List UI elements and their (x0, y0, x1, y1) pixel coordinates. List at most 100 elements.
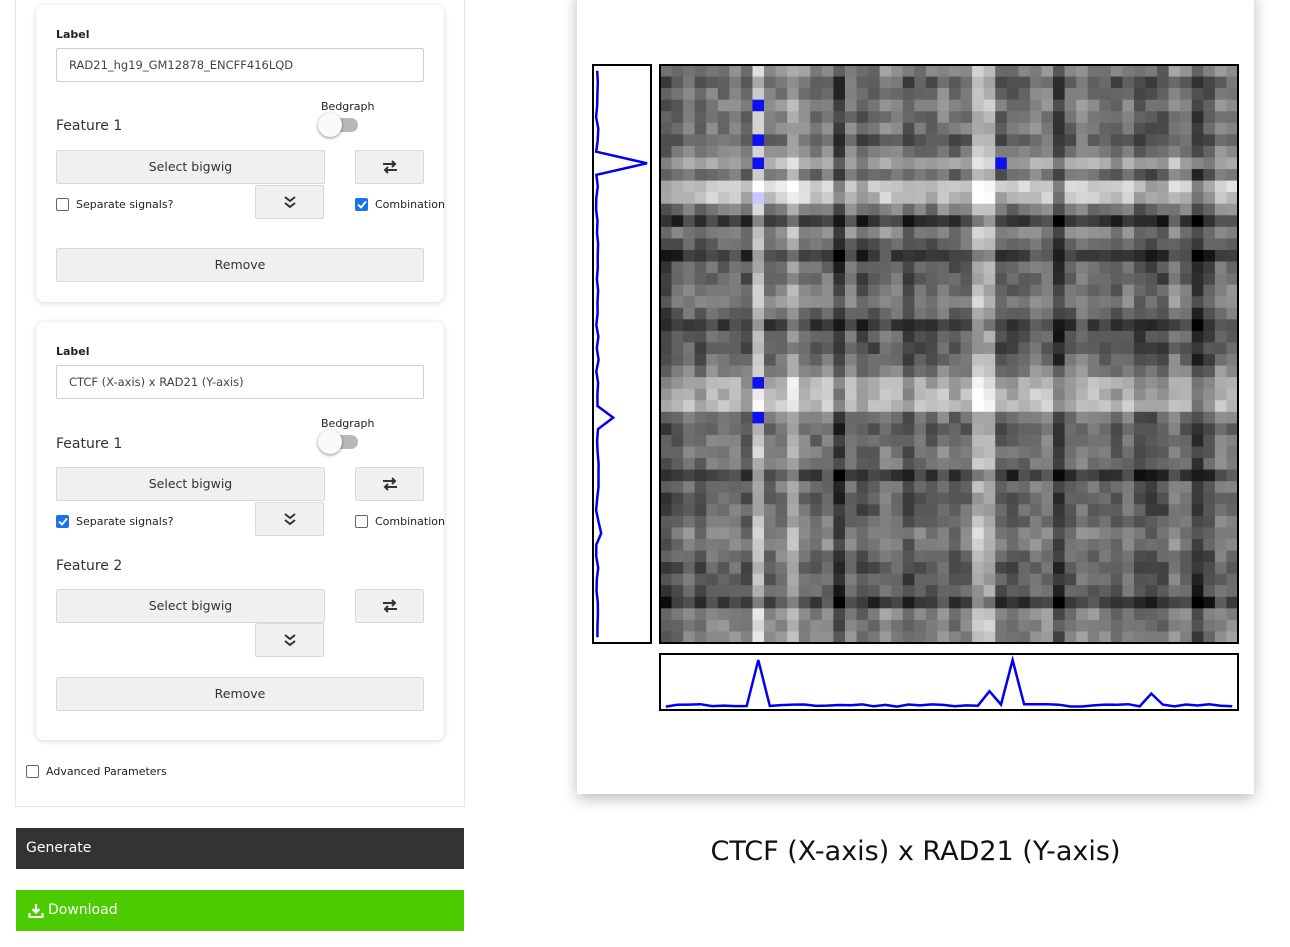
heatmap-cell (891, 111, 904, 124)
combination-checkbox[interactable]: Combination (355, 515, 445, 528)
heatmap-cell (833, 284, 846, 297)
remove-button[interactable]: Remove (56, 248, 424, 282)
heatmap-cell (844, 273, 857, 286)
heatmap-cell (1064, 481, 1077, 494)
swap-button[interactable] (355, 467, 424, 501)
heatmap-cell (1191, 596, 1204, 609)
heatmap-cell (683, 631, 696, 644)
bedgraph-toggle[interactable] (318, 430, 360, 454)
heatmap-cell (1180, 238, 1193, 251)
heatmap-cell (972, 192, 985, 205)
heatmap-cell (1145, 99, 1158, 112)
heatmap-cell (833, 342, 846, 355)
heatmap-cell (983, 481, 996, 494)
heatmap-cell (671, 296, 684, 309)
heatmap-cell (1214, 307, 1227, 320)
heatmap-cell (671, 145, 684, 158)
select-bigwig-button[interactable]: Select bigwig (56, 467, 325, 501)
heatmap-cell (949, 180, 961, 193)
heatmap-cell (949, 492, 961, 505)
heatmap-cell (1006, 273, 1019, 286)
heatmap-cell (1099, 122, 1112, 135)
heatmap-cell (1099, 481, 1112, 494)
heatmap-cell (1226, 469, 1239, 482)
heatmap-cell (740, 538, 753, 551)
heatmap-cell (1133, 365, 1146, 378)
checkbox-box[interactable] (355, 515, 368, 528)
heatmap-cell (810, 307, 823, 320)
heatmap-cell (1099, 562, 1112, 575)
heatmap-cell (1122, 504, 1135, 517)
heatmap-cell (729, 249, 742, 262)
heatmap-cell (983, 515, 996, 528)
heatmap-cell (1214, 423, 1227, 436)
swap-button[interactable] (355, 150, 424, 184)
select-bigwig-button[interactable]: Select bigwig (56, 589, 325, 623)
heatmap-cell (1087, 307, 1100, 320)
checkbox-box-checked[interactable] (56, 515, 69, 528)
heatmap-cell (798, 88, 811, 101)
separate-signals-checkbox[interactable]: Separate signals? (56, 198, 173, 211)
label-input[interactable]: CTCF (X-axis) x RAD21 (Y-axis) (56, 365, 424, 399)
heatmap-cell (660, 99, 672, 112)
bedgraph-toggle[interactable] (318, 113, 360, 137)
generate-button[interactable]: Generate (16, 828, 464, 869)
heatmap-cell (775, 504, 788, 517)
heatmap-cell (810, 631, 823, 644)
heatmap-cell (833, 573, 846, 586)
heatmap-cell (752, 388, 765, 401)
combination-checkbox[interactable]: Combination (355, 198, 445, 211)
heatmap-cell (1018, 99, 1031, 112)
download-button[interactable]: Download (16, 890, 464, 931)
heatmap-cell (937, 354, 950, 366)
heatmap-cell (1053, 377, 1065, 390)
heatmap-cell (972, 238, 985, 251)
heatmap-cell (868, 134, 881, 147)
heatmap-cell (1214, 88, 1227, 101)
separate-signals-checkbox[interactable]: Separate signals? (56, 515, 173, 528)
heatmap-cell (891, 261, 904, 274)
heatmap-cell (729, 608, 742, 621)
heatmap-cell (1157, 249, 1170, 262)
heatmap-cell (810, 469, 823, 482)
heatmap-cell (1133, 284, 1146, 297)
expand-button[interactable] (255, 502, 324, 536)
heatmap-cell (914, 157, 927, 170)
heatmap-cell (1133, 99, 1146, 112)
heatmap-cell (740, 180, 753, 193)
expand-button[interactable] (255, 185, 324, 219)
expand-button[interactable] (255, 623, 324, 657)
heatmap-cell (821, 238, 834, 251)
heatmap-cell (1180, 226, 1193, 239)
advanced-parameters-checkbox[interactable]: Advanced Parameters (26, 765, 167, 778)
checkbox-box-checked[interactable] (355, 198, 368, 211)
checkbox-box[interactable] (56, 198, 69, 211)
heatmap-cell (1226, 504, 1239, 517)
select-bigwig-button[interactable]: Select bigwig (56, 150, 325, 184)
heatmap-cell (1041, 527, 1054, 540)
heatmap-cell (844, 296, 857, 309)
remove-button[interactable]: Remove (56, 677, 424, 711)
heatmap-cell (833, 492, 846, 505)
heatmap-cell (949, 515, 961, 528)
heatmap-cell (1168, 619, 1181, 632)
heatmap-cell (740, 319, 753, 332)
heatmap-cell (902, 562, 915, 575)
heatmap-cell (1157, 319, 1170, 332)
heatmap-cell (1029, 76, 1042, 89)
heatmap-cell (787, 365, 800, 378)
heatmap-cell (1087, 388, 1100, 401)
heatmap-cell (671, 411, 684, 424)
heatmap-cell (868, 157, 881, 170)
heatmap-cell (798, 238, 811, 251)
heatmap-cell (879, 354, 892, 366)
heatmap-cell (995, 157, 1008, 170)
checkbox-box[interactable] (26, 765, 39, 778)
swap-button[interactable] (355, 589, 424, 623)
heatmap-cell (1087, 134, 1100, 147)
label-input[interactable]: RAD21_hg19_GM12878_ENCFF416LQD (56, 48, 424, 82)
heatmap-cell (1226, 515, 1239, 528)
heatmap-cell (1157, 388, 1170, 401)
heatmap-cell (914, 354, 927, 366)
heatmap-cell (1064, 585, 1077, 598)
